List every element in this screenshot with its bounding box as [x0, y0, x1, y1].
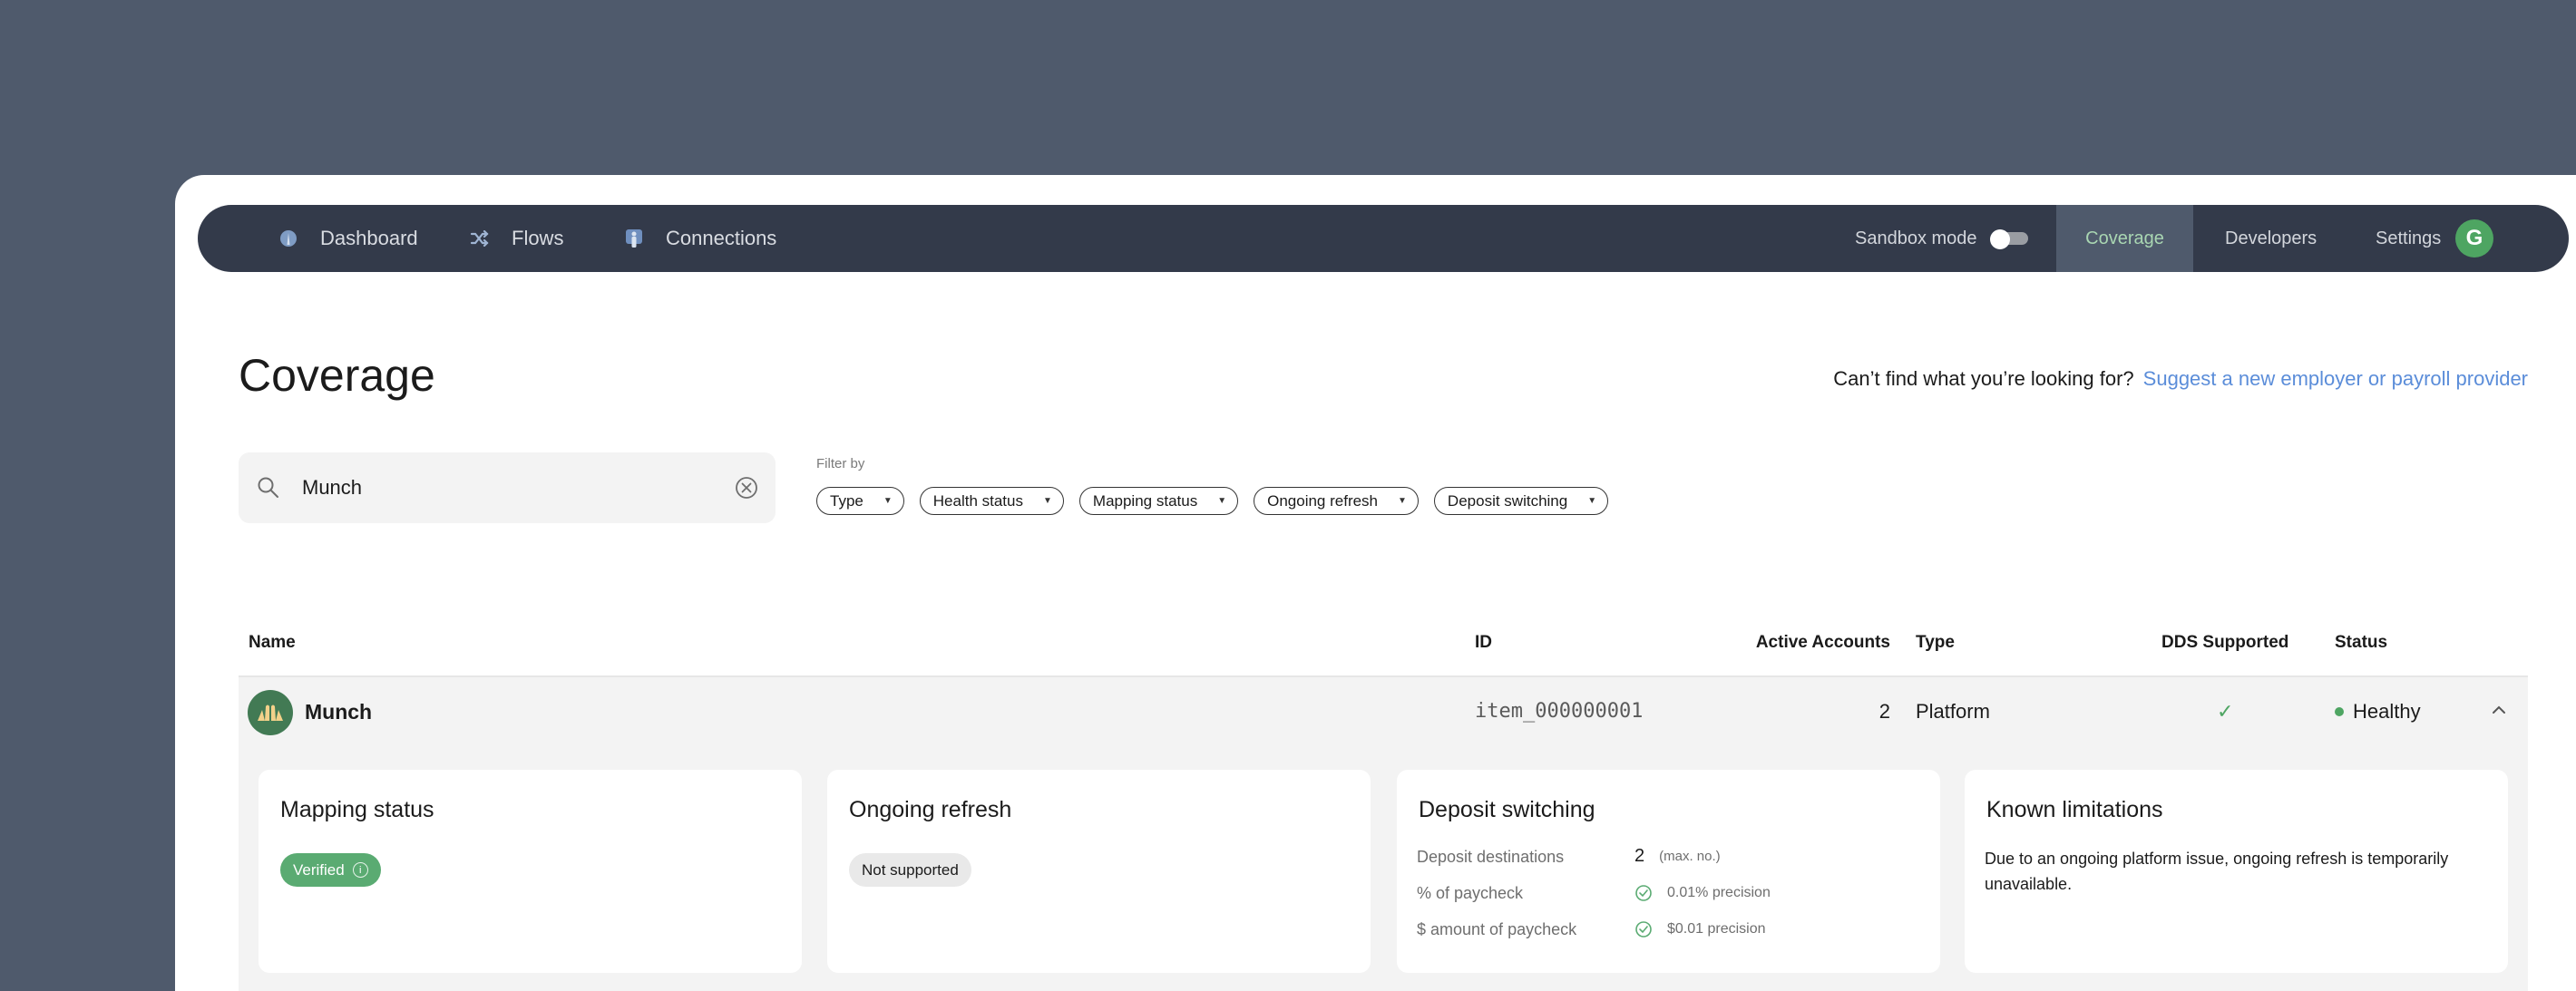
- clear-search-icon[interactable]: [734, 475, 759, 500]
- filter-mapping-status-label: Mapping status: [1092, 491, 1198, 510]
- card-known-limitations: Known limitations Due to an ongoing plat…: [1965, 770, 2508, 973]
- card-known-limitations-title: Known limitations: [1986, 797, 2163, 822]
- filter-ongoing-refresh-label: Ongoing refresh: [1267, 491, 1379, 510]
- employer-name[interactable]: Munch: [305, 700, 372, 724]
- dashboard-icon: [278, 228, 298, 248]
- filter-deposit-switching-label: Deposit switching: [1447, 491, 1568, 510]
- card-deposit-switching-title: Deposit switching: [1419, 797, 1595, 822]
- check-circle-icon: [1635, 921, 1652, 938]
- help-text: Can’t find what you’re looking for?: [1833, 367, 2134, 390]
- check-circle-icon: [1635, 885, 1652, 901]
- status-label: Healthy: [2353, 700, 2421, 723]
- page-title: Coverage: [239, 350, 435, 401]
- sandbox-toggle[interactable]: [1989, 229, 2030, 249]
- nav-tab-developers[interactable]: Developers: [2225, 205, 2317, 272]
- shuffle-icon: [470, 228, 490, 248]
- toggle-knob: [1989, 229, 2010, 249]
- deposit-destinations-count: 2: [1634, 846, 1645, 866]
- caret-down-icon: ▼: [883, 496, 893, 506]
- percent-paycheck-precision: 0.01% precision: [1667, 885, 1771, 900]
- nav-flows[interactable]: Flows: [470, 205, 563, 272]
- deposit-destinations-label: Deposit destinations: [1417, 848, 1565, 866]
- top-nav: Dashboard Flows Connections Sandbox mode…: [198, 205, 2569, 272]
- column-header-dds-supported[interactable]: DDS Supported: [2161, 633, 2288, 653]
- filter-chips: Type ▼ Health status ▼ Mapping status ▼ Ong…: [816, 487, 1609, 515]
- status-badge: Healthy: [2335, 700, 2421, 724]
- search-box: [239, 452, 776, 523]
- search-input[interactable]: [302, 471, 692, 505]
- filter-type-label: Type: [830, 491, 864, 510]
- card-deposit-switching: Deposit switching Deposit destinations 2…: [1397, 770, 1940, 973]
- filter-ongoing-refresh[interactable]: Ongoing refresh ▼: [1254, 487, 1419, 515]
- nav-connections[interactable]: Connections: [624, 205, 776, 272]
- column-header-status[interactable]: Status: [2335, 633, 2387, 653]
- dollar-paycheck-value: $0.01 precision: [1634, 920, 1766, 938]
- connections-icon: [624, 228, 644, 248]
- deposit-destinations-note: (max. no.): [1659, 849, 1721, 864]
- employer-id: item_000000001: [1475, 700, 1644, 723]
- filter-mapping-status[interactable]: Mapping status ▼: [1078, 487, 1239, 515]
- percent-paycheck-label: % of paycheck: [1417, 884, 1524, 902]
- card-ongoing-refresh-title: Ongoing refresh: [849, 797, 1012, 822]
- nav-dashboard-label: Dashboard: [320, 227, 418, 249]
- card-mapping-status-title: Mapping status: [280, 797, 434, 822]
- active-accounts: 2: [1878, 700, 1890, 723]
- nav-connections-label: Connections: [666, 227, 777, 249]
- known-limitations-text: Due to an ongoing platform issue, ongoin…: [1985, 850, 2449, 893]
- verified-badge: Verified i: [280, 853, 381, 887]
- sandbox-mode: Sandbox mode: [1855, 205, 2030, 272]
- info-icon[interactable]: i: [352, 862, 368, 878]
- not-supported-badge: Not supported: [849, 853, 971, 887]
- column-header-active-accounts[interactable]: Active Accounts: [1752, 633, 1890, 653]
- nav-tab-settings-label: Settings: [2376, 228, 2442, 248]
- column-header-id[interactable]: ID: [1475, 633, 1492, 653]
- user-avatar[interactable]: G: [2455, 219, 2493, 257]
- filter-health-status-label: Health status: [932, 491, 1023, 510]
- search-icon: [258, 477, 278, 498]
- column-header-type[interactable]: Type: [1916, 633, 1955, 653]
- nav-flows-label: Flows: [512, 227, 564, 249]
- caret-down-icon: ▼: [1398, 496, 1407, 506]
- chevron-up-icon[interactable]: [2491, 704, 2507, 716]
- percent-paycheck-value: 0.01% precision: [1634, 884, 1771, 902]
- help-line: Can’t find what you’re looking for? Sugge…: [1833, 367, 2528, 391]
- caret-down-icon: ▼: [1217, 496, 1227, 506]
- column-header-name[interactable]: Name: [249, 633, 296, 653]
- filter-health-status[interactable]: Health status ▼: [919, 487, 1064, 515]
- filter-type[interactable]: Type ▼: [816, 487, 904, 515]
- sandbox-mode-label: Sandbox mode: [1855, 228, 1977, 248]
- employer-type: Platform: [1916, 700, 1990, 723]
- filter-by-label: Filter by: [816, 456, 865, 471]
- suggest-provider-link[interactable]: Suggest a new employer or payroll provid…: [2143, 367, 2528, 390]
- croissant-icon: [258, 704, 283, 721]
- caret-down-icon: ▼: [1043, 496, 1052, 506]
- dollar-paycheck-label: $ amount of paycheck: [1417, 920, 1577, 938]
- nav-tab-settings[interactable]: Settings: [2376, 205, 2441, 272]
- verified-label: Verified: [293, 860, 345, 879]
- filter-deposit-switching[interactable]: Deposit switching ▼: [1433, 487, 1609, 515]
- card-mapping-status: Mapping status Verified i: [259, 770, 802, 973]
- deposit-destinations-value: 2 (max. no.): [1634, 846, 1721, 867]
- dollar-paycheck-precision: $0.01 precision: [1667, 921, 1766, 937]
- status-dot-icon: [2335, 707, 2344, 716]
- nav-tab-coverage-label: Coverage: [2085, 228, 2164, 248]
- nav-tab-coverage[interactable]: Coverage: [2056, 205, 2193, 272]
- employer-logo: [248, 690, 293, 735]
- card-ongoing-refresh: Ongoing refresh Not supported: [827, 770, 1371, 973]
- nav-dashboard[interactable]: Dashboard: [278, 205, 418, 272]
- nav-tab-developers-label: Developers: [2225, 228, 2317, 248]
- caret-down-icon: ▼: [1587, 496, 1597, 506]
- dds-supported-check-icon: ✓: [2217, 700, 2234, 723]
